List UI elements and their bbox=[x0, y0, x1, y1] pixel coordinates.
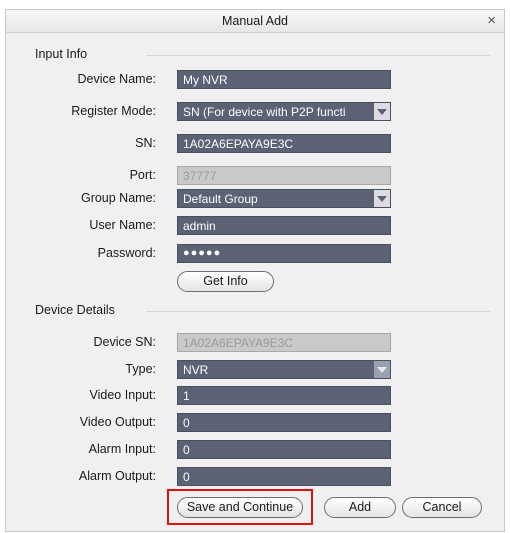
section-divider bbox=[146, 311, 490, 312]
get-info-button[interactable]: Get Info bbox=[177, 271, 274, 292]
register-mode-dropdown[interactable]: SN (For device with P2P functi bbox=[177, 102, 391, 121]
device-name-label: Device Name: bbox=[77, 72, 157, 86]
alarm-output-label: Alarm Output: bbox=[78, 469, 156, 483]
manual-add-dialog: Manual Add × Input Info Device Name: My … bbox=[5, 9, 505, 532]
device-sn-label: Device SN: bbox=[93, 335, 156, 349]
dialog-title: Manual Add bbox=[221, 14, 289, 28]
port-field: 37777 bbox=[177, 166, 391, 185]
chevron-down-icon[interactable] bbox=[374, 103, 390, 120]
save-and-continue-button[interactable]: Save and Continue bbox=[177, 497, 303, 518]
chevron-down-icon bbox=[374, 361, 390, 378]
alarm-output-field[interactable]: 0 bbox=[177, 467, 391, 486]
register-mode-label: Register Mode: bbox=[71, 104, 156, 118]
password-field[interactable]: ●●●●● bbox=[177, 244, 391, 263]
video-output-field[interactable]: 0 bbox=[177, 413, 391, 432]
port-label: Port: bbox=[129, 168, 156, 182]
title-bar: Manual Add × bbox=[6, 10, 504, 33]
sn-label: SN: bbox=[135, 136, 156, 150]
device-sn-field: 1A02A6EPAYA9E3C bbox=[177, 333, 391, 352]
register-mode-value: SN (For device with P2P functi bbox=[183, 105, 346, 119]
group-name-dropdown[interactable]: Default Group bbox=[177, 189, 391, 208]
device-details-heading: Device Details bbox=[35, 303, 115, 317]
device-name-field[interactable]: My NVR bbox=[177, 70, 391, 89]
group-name-label: Group Name: bbox=[80, 191, 156, 205]
group-name-value: Default Group bbox=[183, 192, 258, 206]
alarm-input-label: Alarm Input: bbox=[88, 442, 156, 456]
alarm-input-field[interactable]: 0 bbox=[177, 440, 391, 459]
input-info-heading: Input Info bbox=[35, 47, 88, 61]
add-button[interactable]: Add bbox=[324, 497, 396, 518]
video-output-label: Video Output: bbox=[79, 415, 156, 429]
close-icon[interactable]: × bbox=[487, 12, 496, 29]
type-dropdown: NVR bbox=[177, 360, 391, 379]
cancel-button[interactable]: Cancel bbox=[402, 497, 482, 518]
chevron-down-icon[interactable] bbox=[374, 190, 390, 207]
video-input-label: Video Input: bbox=[89, 388, 157, 402]
type-value: NVR bbox=[183, 363, 209, 377]
user-name-label: User Name: bbox=[89, 218, 156, 232]
sn-field[interactable]: 1A02A6EPAYA9E3C bbox=[177, 134, 391, 153]
video-input-field[interactable]: 1 bbox=[177, 386, 391, 405]
section-divider bbox=[146, 55, 490, 56]
type-label: Type: bbox=[125, 362, 156, 376]
user-name-field[interactable]: admin bbox=[177, 216, 391, 235]
password-label: Password: bbox=[97, 246, 156, 260]
